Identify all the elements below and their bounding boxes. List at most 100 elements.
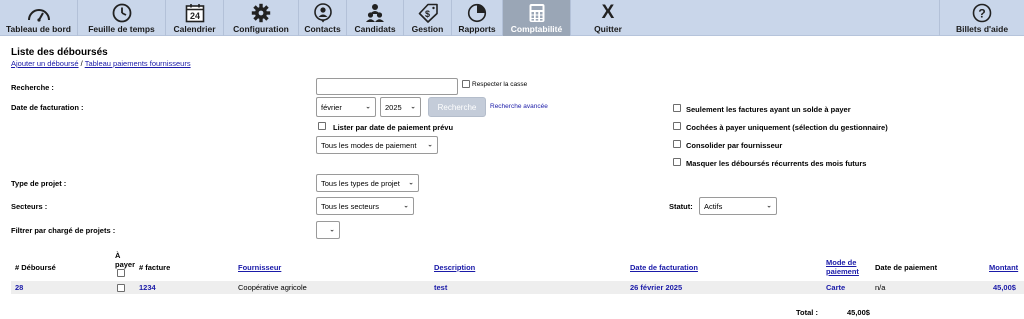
nav-label: Calendrier (173, 24, 216, 34)
header-invoice-number: # facture (139, 263, 171, 272)
balance-only-label: Seulement les factures ayant un solde à … (686, 105, 851, 114)
contact-person-icon (313, 2, 333, 23)
nav-label: Configuration (233, 24, 289, 34)
page-title: Liste des déboursés (11, 47, 108, 58)
header-supplier-sort-link[interactable]: Fournisseur (238, 263, 281, 272)
close-x-icon: X (602, 2, 615, 23)
header-description-sort-link[interactable]: Description (434, 263, 475, 272)
chevron-down-icon: ⌄ (410, 103, 416, 111)
chevron-down-icon: ⌄ (766, 202, 772, 210)
quit-x-glyph: X (601, 1, 615, 23)
nav-candidats[interactable]: Candidats (347, 0, 404, 36)
nav-label: Billets d'aide (955, 24, 1009, 34)
year-select[interactable]: 2025 ⌄ (380, 97, 421, 117)
row-to-pay-checkbox[interactable] (117, 284, 125, 292)
search-label: Recherche : (11, 83, 54, 92)
sectors-select-value: Tous les secteurs (321, 201, 379, 211)
nav-tableau-de-bord[interactable]: Tableau de bord (0, 0, 78, 36)
checked-to-pay-checkbox[interactable] (673, 122, 681, 130)
money-tag-icon: $ (417, 2, 439, 23)
row-invoice-date-link[interactable]: 26 février 2025 (630, 283, 682, 292)
project-manager-select[interactable]: ⌄ (316, 221, 340, 239)
svg-text:$: $ (424, 9, 429, 19)
nav-rapports[interactable]: Rapports (452, 0, 503, 36)
nav-calendrier[interactable]: 24 Calendrier (166, 0, 224, 36)
sectors-label: Secteurs : (11, 202, 48, 211)
nav-quitter[interactable]: X Quitter (571, 0, 645, 36)
nav-contacts[interactable]: Contacts (299, 0, 347, 36)
top-navigation-bar: Tableau de bord Feuille de temps 24 Cale… (0, 0, 1024, 36)
nav-label: Feuille de temps (88, 24, 155, 34)
calculator-icon (528, 2, 546, 23)
case-sensitive-label: Respecter la casse (472, 81, 528, 88)
invoice-date-label: Date de facturation : (11, 103, 84, 112)
chevron-down-icon: ⌄ (427, 141, 433, 149)
header-to-pay-line2: payer (115, 260, 136, 269)
header-payment-mode-sort-link-line2[interactable]: paiement (826, 267, 859, 276)
month-select[interactable]: février ⌄ (316, 97, 376, 117)
status-select[interactable]: Actifs ⌄ (699, 197, 777, 215)
nav-billets-d-aide[interactable]: ? Billets d'aide (939, 0, 1024, 36)
users-group-icon (365, 2, 385, 23)
search-input[interactable] (316, 78, 458, 95)
supplier-payments-link[interactable]: Tableau paiements fournisseurs (85, 59, 191, 68)
pie-chart-icon (467, 2, 487, 23)
chevron-down-icon: ⌄ (403, 202, 409, 210)
clock-icon (112, 2, 132, 23)
nav-label: Quitter (594, 24, 622, 34)
year-select-value: 2025 (385, 102, 402, 112)
header-payment-date: Date de paiement (875, 263, 938, 272)
balance-only-checkbox[interactable] (673, 104, 681, 112)
advanced-search-link[interactable]: Recherche avancée (490, 103, 548, 110)
nav-label: Gestion (411, 24, 444, 34)
case-sensitive-checkbox[interactable] (462, 80, 470, 88)
nav-configuration[interactable]: Configuration (224, 0, 299, 36)
header-amount-sort-link[interactable]: Montant (989, 263, 1018, 272)
dashboard-gauge-icon (27, 2, 51, 23)
consolidate-checkbox[interactable] (673, 140, 681, 148)
header-to-pay-line1: À (115, 251, 121, 260)
header-disbursement-number: # Déboursé (15, 263, 56, 272)
hide-recurring-label: Masquer les déboursés récurrents des moi… (686, 159, 867, 168)
help-question-mark: ? (978, 6, 985, 20)
row-amount-link[interactable]: 45,00$ (993, 283, 1016, 292)
payment-mode-select[interactable]: Tous les modes de paiement ⌄ (316, 136, 438, 154)
list-by-payment-date-label: Lister par date de paiement prévu (333, 123, 454, 132)
project-type-select-value: Tous les types de projet (321, 178, 400, 188)
add-disbursement-link[interactable]: Ajouter un déboursé (11, 59, 79, 68)
nav-label: Rapports (458, 24, 496, 34)
row-payment-date: n/a (875, 283, 886, 292)
status-select-value: Actifs (704, 201, 723, 211)
consolidate-label: Consolider par fournisseur (686, 141, 783, 150)
project-type-select[interactable]: Tous les types de projet ⌄ (316, 174, 419, 192)
list-by-payment-date-checkbox[interactable] (318, 122, 326, 130)
chevron-down-icon: ⌄ (408, 179, 414, 187)
payment-mode-select-value: Tous les modes de paiement (321, 140, 417, 150)
total-label: Total : (796, 308, 818, 317)
row-invoice-link[interactable]: 1234 (139, 283, 156, 292)
hide-recurring-checkbox[interactable] (673, 158, 681, 166)
header-payment-mode-sort-link-line1[interactable]: Mode de (826, 258, 856, 267)
select-all-to-pay-checkbox[interactable] (117, 269, 125, 277)
row-disbursement-link[interactable]: 28 (15, 283, 23, 292)
nav-comptabilite[interactable]: Comptabilité (503, 0, 571, 36)
total-value: 45,00$ (847, 308, 870, 317)
sectors-select[interactable]: Tous les secteurs ⌄ (316, 197, 414, 215)
status-label: Statut: (669, 202, 693, 211)
row-description-link[interactable]: test (434, 283, 447, 292)
project-type-label: Type de projet : (11, 179, 67, 188)
header-invoice-date-sort-link[interactable]: Date de facturation (630, 263, 698, 272)
calendar-day-number: 24 (189, 11, 199, 21)
nav-gestion[interactable]: $ Gestion (404, 0, 452, 36)
search-button[interactable]: Recherche (428, 97, 486, 117)
chevron-down-icon: ⌄ (365, 103, 371, 111)
nav-label: Contacts (304, 24, 341, 34)
row-payment-mode-link[interactable]: Carte (826, 283, 845, 292)
month-select-value: février (321, 102, 342, 112)
nav-label: Tableau de bord (5, 24, 72, 34)
calendar-icon: 24 (185, 2, 205, 23)
nav-feuille-de-temps[interactable]: Feuille de temps (78, 0, 166, 36)
project-manager-label: Filtrer par chargé de projets : (11, 226, 116, 235)
nav-label: Candidats (354, 24, 396, 34)
gear-icon (251, 2, 271, 23)
